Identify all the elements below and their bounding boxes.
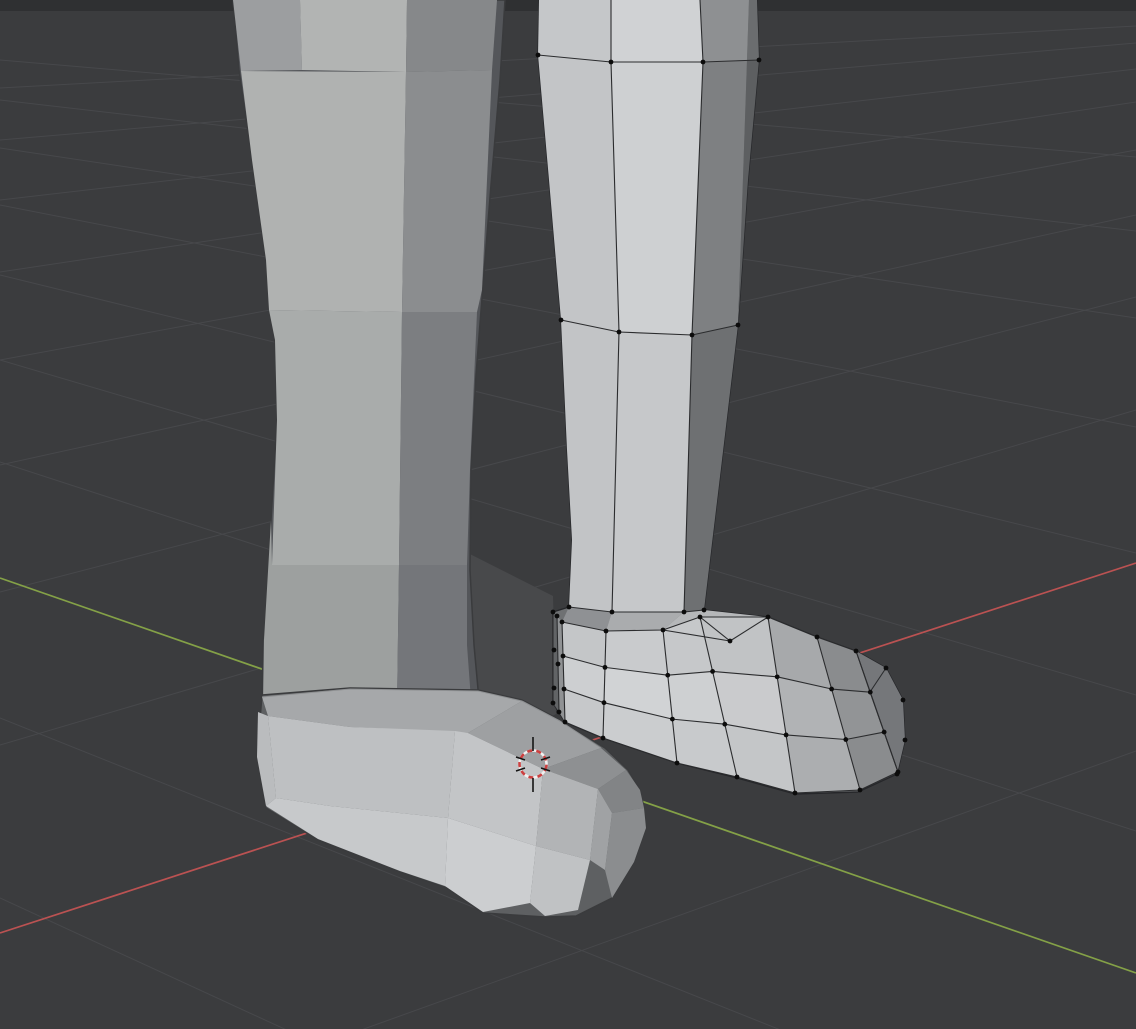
viewport-canvas[interactable] [0, 0, 1136, 1029]
blender-3d-viewport[interactable] [0, 0, 1136, 1029]
